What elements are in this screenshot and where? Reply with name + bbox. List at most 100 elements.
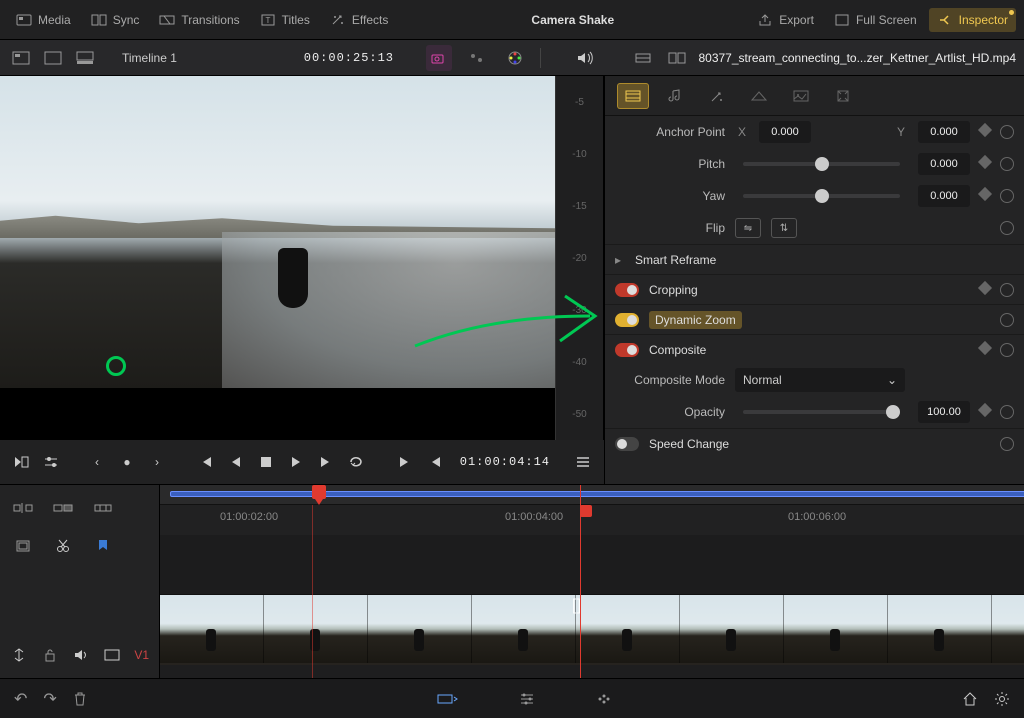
clip-view-2-button[interactable] [664, 45, 690, 71]
composite-toggle[interactable] [615, 343, 639, 357]
video-track[interactable]: [ ] [160, 595, 1024, 665]
tool-insert-button[interactable] [10, 495, 36, 521]
media-tab[interactable]: Media [8, 8, 79, 32]
tool-marker-button[interactable] [90, 533, 116, 559]
cropping-toggle[interactable] [615, 283, 639, 297]
inspector-tab-file[interactable] [827, 83, 859, 109]
volume-button[interactable] [572, 45, 598, 71]
opacity-keyframe-button[interactable] [978, 403, 992, 417]
page-cut-button[interactable] [436, 691, 458, 707]
composite-section[interactable]: Composite [605, 334, 1024, 364]
play-mode-button[interactable] [10, 451, 32, 473]
timeline-ruler[interactable]: 01:00:02:00 01:00:04:00 01:00:06:00 [160, 505, 1024, 535]
effect-tool-button[interactable] [464, 45, 490, 71]
flip-vertical-button[interactable]: ⇅ [771, 218, 797, 238]
speed-change-toggle[interactable] [615, 437, 639, 451]
effects-tab[interactable]: Effects [322, 8, 396, 32]
timeline-range-bar[interactable] [170, 491, 1024, 497]
yaw-slider[interactable] [743, 194, 900, 198]
view-mode-2-button[interactable] [40, 45, 66, 71]
opacity-field[interactable]: 100.00 [918, 401, 970, 423]
prev-clip-button[interactable] [424, 451, 446, 473]
timeline-playhead[interactable] [580, 485, 581, 678]
transport-menu-button[interactable] [572, 451, 594, 473]
track-lock-button[interactable] [41, 642, 58, 668]
play-button[interactable] [285, 451, 307, 473]
inspector-tab-image[interactable] [785, 83, 817, 109]
track-video-button[interactable] [103, 642, 120, 668]
cropping-section[interactable]: Cropping [605, 274, 1024, 304]
stop-button[interactable] [255, 451, 277, 473]
timeline-timecode[interactable]: 00:00:25:13 [304, 51, 394, 65]
track-expand-button[interactable] [10, 642, 27, 668]
view-mode-3-button[interactable] [72, 45, 98, 71]
dynamic-zoom-section[interactable]: Dynamic Zoom [605, 304, 1024, 334]
export-button[interactable]: Export [749, 8, 822, 32]
next-edit-button[interactable]: › [146, 451, 168, 473]
view-mode-1-button[interactable] [8, 45, 34, 71]
clip-thumbnail[interactable] [576, 595, 680, 663]
settings-sliders-button[interactable] [40, 451, 62, 473]
clip-view-1-button[interactable] [630, 45, 656, 71]
fullscreen-button[interactable]: Full Screen [826, 8, 925, 32]
smart-reframe-section[interactable]: ▸ Smart Reframe [605, 244, 1024, 274]
flip-horizontal-button[interactable]: ⇋ [735, 218, 761, 238]
tool-blade-button[interactable] [50, 533, 76, 559]
inspector-button[interactable]: Inspector [929, 8, 1016, 32]
speed-change-reset-button[interactable] [1000, 437, 1014, 451]
opacity-slider[interactable] [743, 410, 900, 414]
viewer[interactable]: -5 -10 -15 -20 -30 -40 -50 [0, 76, 604, 440]
titles-tab[interactable]: T Titles [252, 8, 318, 32]
clip-thumbnail[interactable] [160, 595, 264, 663]
cropping-keyframe-button[interactable] [978, 280, 992, 294]
anchor-keyframe-button[interactable] [978, 123, 992, 137]
marker-dot-button[interactable]: ● [116, 451, 138, 473]
clip-thumbnail[interactable] [264, 595, 368, 663]
yaw-reset-button[interactable] [1000, 189, 1014, 203]
tool-crop-button[interactable] [10, 533, 36, 559]
cropping-reset-button[interactable] [1000, 283, 1014, 297]
tool-replace-button[interactable] [90, 495, 116, 521]
tool-overwrite-button[interactable] [50, 495, 76, 521]
timeline-overview-ruler[interactable] [160, 485, 1024, 505]
page-more-button[interactable] [596, 691, 612, 707]
flip-reset-button[interactable] [1000, 221, 1014, 235]
anchor-reset-button[interactable] [1000, 125, 1014, 139]
clip-thumbnail[interactable] [992, 595, 1024, 663]
page-edit-button[interactable] [518, 691, 536, 707]
prev-edit-button[interactable]: ‹ [86, 451, 108, 473]
composite-reset-button[interactable] [1000, 343, 1014, 357]
redo-button[interactable]: ↷ [43, 689, 56, 709]
inspector-tab-video[interactable] [617, 83, 649, 109]
reverse-play-button[interactable] [225, 451, 247, 473]
timeline-marker[interactable] [580, 505, 592, 517]
go-start-button[interactable] [195, 451, 217, 473]
color-tool-button[interactable] [502, 45, 528, 71]
undo-button[interactable]: ↶ [14, 689, 27, 709]
composite-mode-select[interactable]: Normal ⌄ [735, 368, 905, 392]
clip-thumbnail[interactable] [680, 595, 784, 663]
clip-thumbnail[interactable] [472, 595, 576, 663]
inspector-tab-effects[interactable] [701, 83, 733, 109]
overview-playhead[interactable] [312, 485, 326, 499]
loop-button[interactable] [345, 451, 367, 473]
composite-keyframe-button[interactable] [978, 340, 992, 354]
timeline-name-label[interactable]: Timeline 1 [104, 51, 195, 65]
timeline-body[interactable]: 01:00:02:00 01:00:04:00 01:00:06:00 [ ] [160, 485, 1024, 678]
camera-tool-button[interactable] [426, 45, 452, 71]
inspector-tab-transition[interactable] [743, 83, 775, 109]
next-clip-button[interactable] [394, 451, 416, 473]
yaw-field[interactable]: 0.000 [918, 185, 970, 207]
anchor-y-field[interactable]: 0.000 [918, 121, 970, 143]
anchor-x-field[interactable]: 0.000 [759, 121, 811, 143]
opacity-reset-button[interactable] [1000, 405, 1014, 419]
pitch-slider[interactable] [743, 162, 900, 166]
speed-change-section[interactable]: Speed Change [605, 428, 1024, 458]
delete-button[interactable] [73, 691, 87, 707]
track-mute-button[interactable] [72, 642, 89, 668]
home-button[interactable] [962, 691, 978, 707]
pitch-field[interactable]: 0.000 [918, 153, 970, 175]
yaw-keyframe-button[interactable] [978, 187, 992, 201]
clip-timecode[interactable]: 01:00:04:14 [460, 455, 550, 469]
clip-thumbnail[interactable] [888, 595, 992, 663]
